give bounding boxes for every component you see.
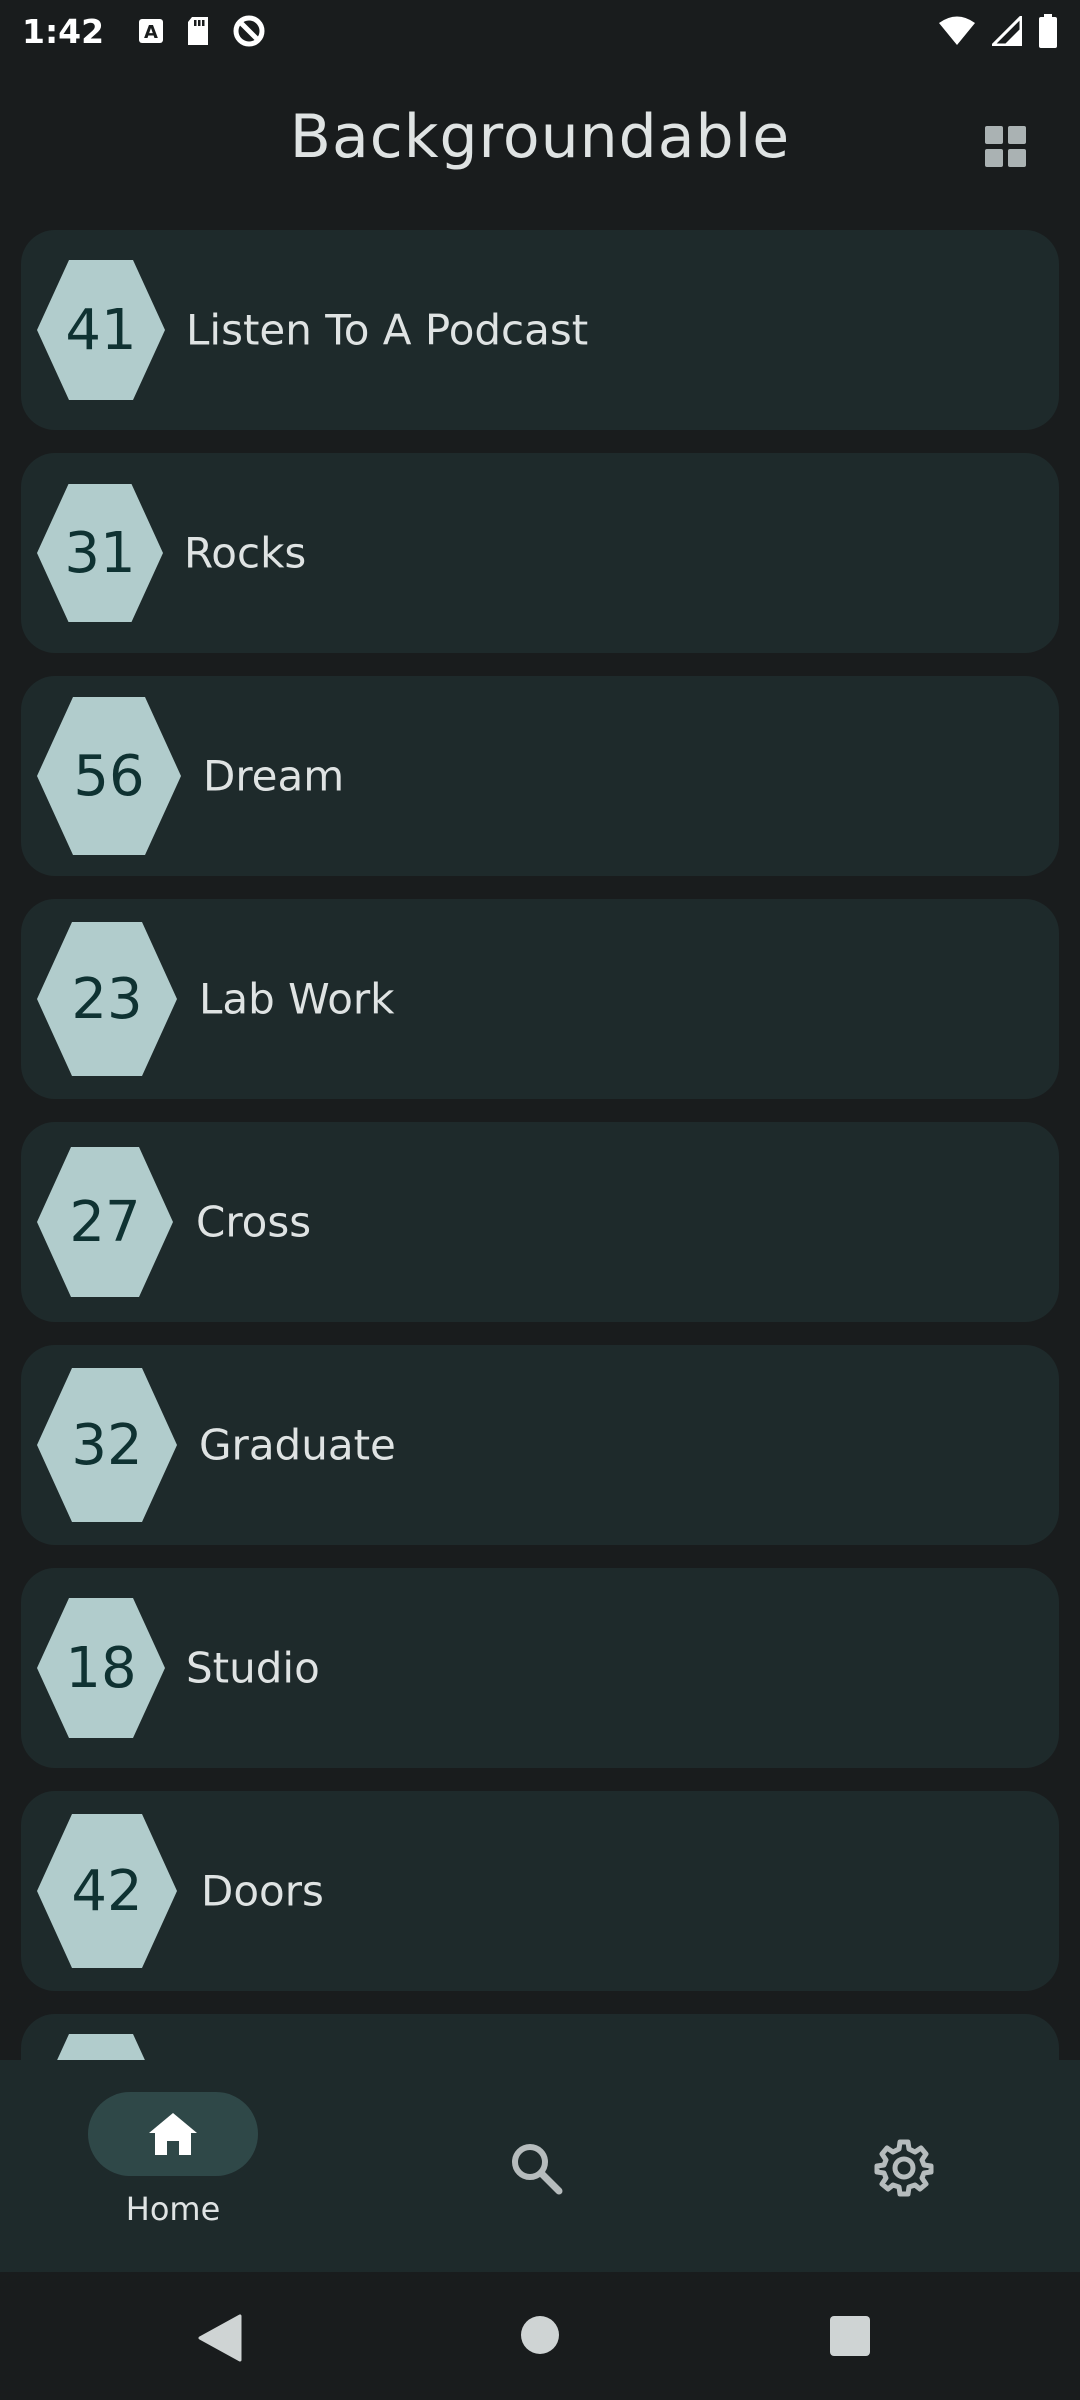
nav-home[interactable]: Home (88, 2092, 258, 2242)
grid-view-icon[interactable] (985, 126, 1027, 168)
item-label: Studio (186, 1643, 320, 1693)
item-label: Rocks (184, 528, 307, 578)
svg-text:A: A (144, 22, 158, 43)
count-hexagon: 41 (37, 260, 165, 400)
search-icon[interactable] (508, 2140, 564, 2196)
item-label: Cross (196, 1197, 312, 1247)
home-icon (149, 2113, 197, 2155)
count-hexagon: 27 (37, 1147, 173, 1297)
count-hexagon: 56 (37, 697, 181, 855)
item-label: Doors (201, 1866, 324, 1916)
status-notification-icons: A (138, 14, 266, 48)
sd-card-icon (188, 17, 209, 45)
count-hexagon: 23 (37, 922, 177, 1076)
item-label: Listen To A Podcast (186, 305, 589, 355)
cellular-signal-icon (992, 16, 1022, 46)
font-a-icon: A (139, 19, 164, 43)
list-item[interactable]: 41 Listen To A Podcast (21, 230, 1059, 430)
count-hexagon: 32 (37, 1368, 177, 1522)
item-list[interactable]: 41 Listen To A Podcast 31 Rocks 56 Dream… (21, 230, 1059, 2060)
nav-home-indicator[interactable] (88, 2092, 258, 2176)
status-time: 1:42 (22, 11, 105, 51)
app-title: Backgroundable (289, 102, 791, 172)
do-not-disturb-icon (233, 15, 265, 47)
count-hexagon (37, 2034, 165, 2060)
wifi-icon (939, 16, 975, 45)
list-item[interactable]: 18 Studio (21, 1568, 1059, 1768)
list-item[interactable]: 27 Cross (21, 1122, 1059, 1322)
item-label: Dream (203, 751, 345, 801)
item-label: Lab Work (199, 974, 395, 1024)
nav-home-label: Home (125, 2190, 221, 2228)
list-item[interactable]: 56 Dream (21, 676, 1059, 876)
list-item[interactable]: 23 Lab Work (21, 899, 1059, 1099)
list-item[interactable]: 32 Graduate (21, 1345, 1059, 1545)
system-home-button[interactable] (521, 2316, 559, 2354)
list-item[interactable]: 42 Doors (21, 1791, 1059, 1991)
count-hexagon: 42 (37, 1814, 177, 1968)
gear-icon[interactable] (874, 2138, 934, 2198)
list-item[interactable] (21, 2014, 1059, 2060)
battery-icon (1039, 14, 1057, 48)
status-bar: 1:42 A (0, 0, 1080, 62)
top-app-bar: Backgroundable (0, 62, 1080, 218)
system-navigation-bar (0, 2272, 1080, 2400)
back-icon[interactable] (198, 2314, 242, 2362)
item-label: Graduate (199, 1420, 396, 1470)
list-item[interactable]: 31 Rocks (21, 453, 1059, 653)
bottom-navigation: Home (0, 2060, 1080, 2272)
count-hexagon: 18 (37, 1598, 165, 1738)
recents-button[interactable] (830, 2316, 870, 2356)
status-system-icons (938, 14, 1058, 48)
count-hexagon: 31 (37, 484, 163, 622)
